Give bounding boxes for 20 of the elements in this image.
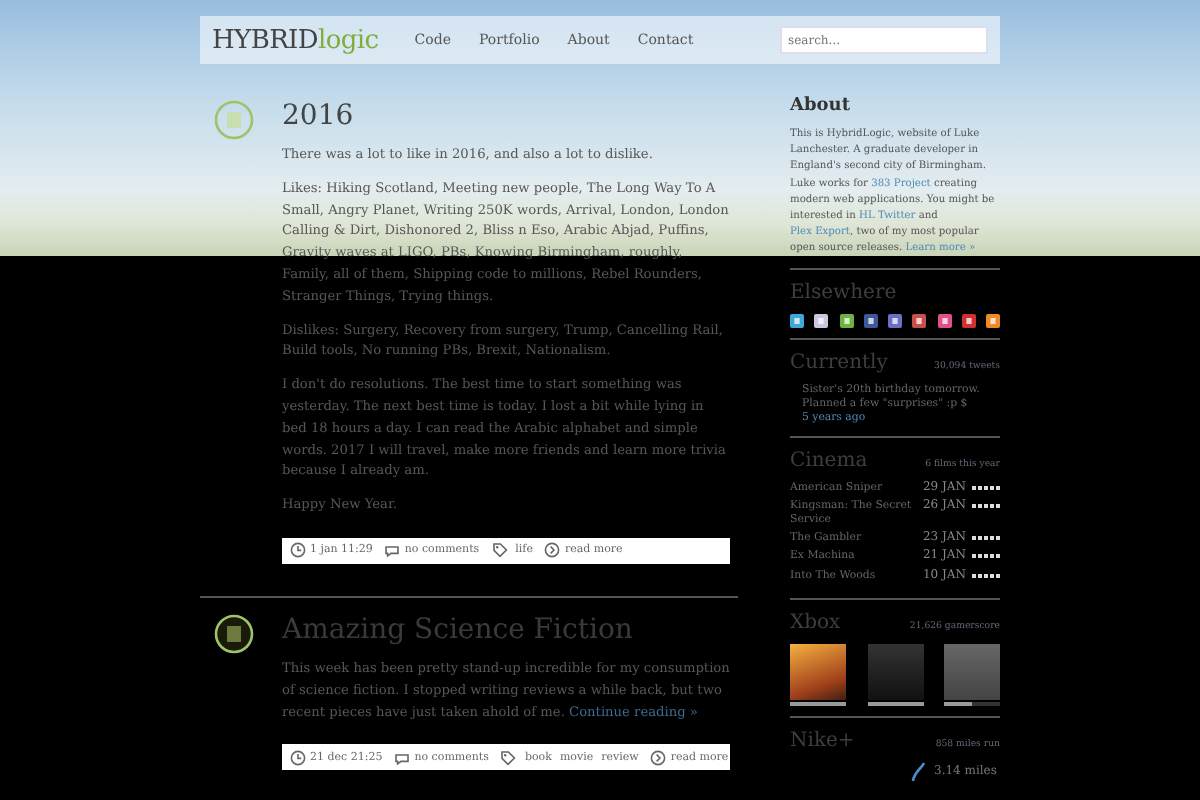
comment-icon bbox=[384, 542, 401, 559]
clock-icon bbox=[290, 542, 306, 559]
widget-heading: Elsewhere bbox=[790, 281, 897, 304]
arrow-circle-icon bbox=[650, 749, 667, 766]
widget-heading: Nike+ bbox=[790, 729, 855, 752]
tag-icon bbox=[500, 749, 517, 766]
post-title[interactable]: 2016 bbox=[282, 100, 730, 132]
widget-heading: Currently bbox=[790, 351, 888, 374]
logo[interactable]: HYBRIDlogic bbox=[212, 25, 379, 55]
post-icon bbox=[214, 100, 254, 140]
widget-heading: Cinema bbox=[790, 449, 868, 472]
game-photo-placeholder[interactable] bbox=[790, 643, 846, 700]
arrow-circle-icon bbox=[544, 542, 561, 559]
post-icon bbox=[214, 613, 254, 654]
comment-icon bbox=[394, 749, 411, 766]
widget-heading: About bbox=[790, 96, 850, 116]
widget-heading: Xbox bbox=[790, 611, 841, 634]
tag-icon bbox=[491, 542, 508, 559]
clock-icon bbox=[290, 749, 306, 766]
run-graph-drawing bbox=[910, 761, 926, 782]
